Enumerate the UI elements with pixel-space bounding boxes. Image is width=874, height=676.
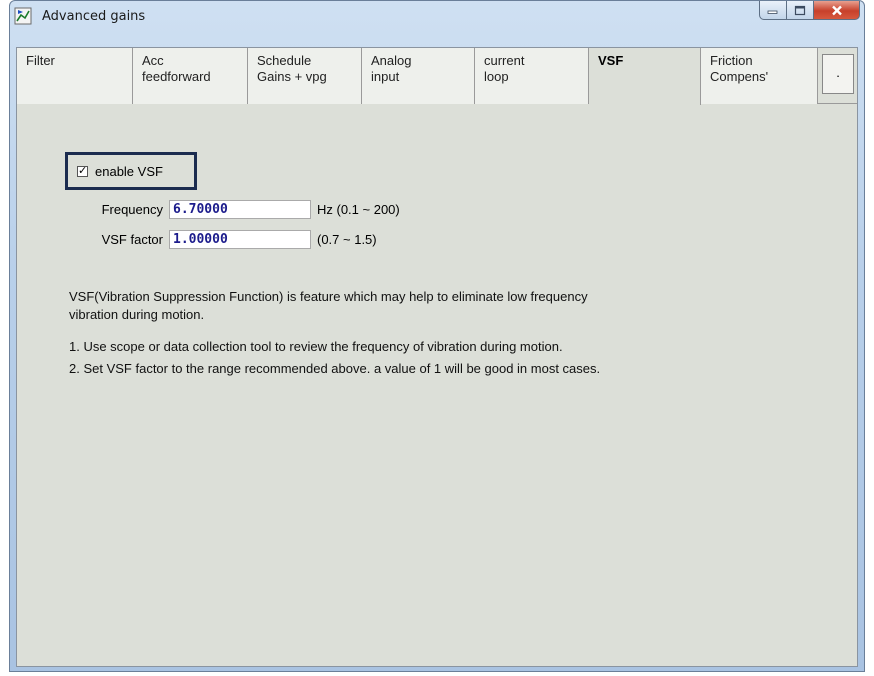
title-bar[interactable]: Advanced gains <box>10 1 864 45</box>
tab-filter[interactable]: Filter <box>17 48 133 104</box>
vsf-description: VSF(Vibration Suppression Function) is f… <box>69 288 588 324</box>
tab-label: Acc <box>142 53 164 68</box>
instruction-step-2: 2. Set VSF factor to the range recommend… <box>69 361 601 376</box>
minimize-icon <box>767 10 778 14</box>
enable-vsf-checkbox[interactable]: ✓ <box>77 164 88 177</box>
vsf-factor-range: (0.7 ~ 1.5) <box>317 232 377 247</box>
advanced-gains-window: Advanced gains Filter Acc feedforward Sc… <box>9 0 865 672</box>
enable-vsf-label: enable VSF <box>95 164 163 179</box>
tab-label-line2: loop <box>484 69 509 84</box>
close-button[interactable] <box>814 1 860 20</box>
description-line: VSF(Vibration Suppression Function) is f… <box>69 289 588 304</box>
enable-vsf-checkbox-row[interactable]: ✓ enable VSF <box>77 164 163 179</box>
dialog-client-area: Filter Acc feedforward Schedule Gains + … <box>16 47 858 667</box>
chart-icon <box>14 7 32 25</box>
frequency-row: Frequency 6.70000 Hz (0.1 ~ 200) <box>83 200 400 219</box>
tab-label-line2: feedforward <box>142 69 211 84</box>
close-icon <box>831 5 842 15</box>
tab-label: Friction <box>710 53 753 68</box>
frequency-range: Hz (0.1 ~ 200) <box>317 202 400 217</box>
tab-label-line2: input <box>371 69 400 84</box>
tab-label-line2: Compens' <box>710 69 769 84</box>
maximize-button[interactable] <box>787 1 814 20</box>
tab-analog-input[interactable]: Analog input <box>362 48 475 104</box>
tab-label: current <box>484 53 525 68</box>
vsf-factor-row: VSF factor 1.00000 (0.7 ~ 1.5) <box>83 230 377 249</box>
tab-label-line2: Gains + vpg <box>257 69 327 84</box>
tab-scroll-button[interactable]: . <box>822 54 854 94</box>
window-title: Advanced gains <box>42 9 146 24</box>
tab-label: VSF <box>598 53 624 68</box>
tab-strip: Filter Acc feedforward Schedule Gains + … <box>17 48 857 105</box>
tab-label: Filter <box>26 53 55 68</box>
frequency-input[interactable]: 6.70000 <box>169 200 311 219</box>
vsf-factor-input[interactable]: 1.00000 <box>169 230 311 249</box>
instruction-step-1: 1. Use scope or data collection tool to … <box>69 339 563 354</box>
checkmark-icon: ✓ <box>78 164 88 177</box>
tab-schedule-gains[interactable]: Schedule Gains + vpg <box>248 48 362 104</box>
frequency-label: Frequency <box>101 202 163 217</box>
tab-label: Analog <box>371 53 412 68</box>
tab-vsf[interactable]: VSF <box>589 48 701 105</box>
minimize-button[interactable] <box>759 1 787 20</box>
tab-label: Schedule <box>257 53 312 68</box>
tab-acc-feedforward[interactable]: Acc feedforward <box>133 48 248 104</box>
tab-friction-compensation[interactable]: Friction Compens' <box>701 48 818 104</box>
vsf-instructions: 1. Use scope or data collection tool to … <box>69 338 600 378</box>
maximize-icon <box>794 5 806 15</box>
vsf-factor-label: VSF factor <box>101 232 163 247</box>
description-line: vibration during motion. <box>69 307 205 322</box>
tab-current-loop[interactable]: current loop <box>475 48 589 104</box>
